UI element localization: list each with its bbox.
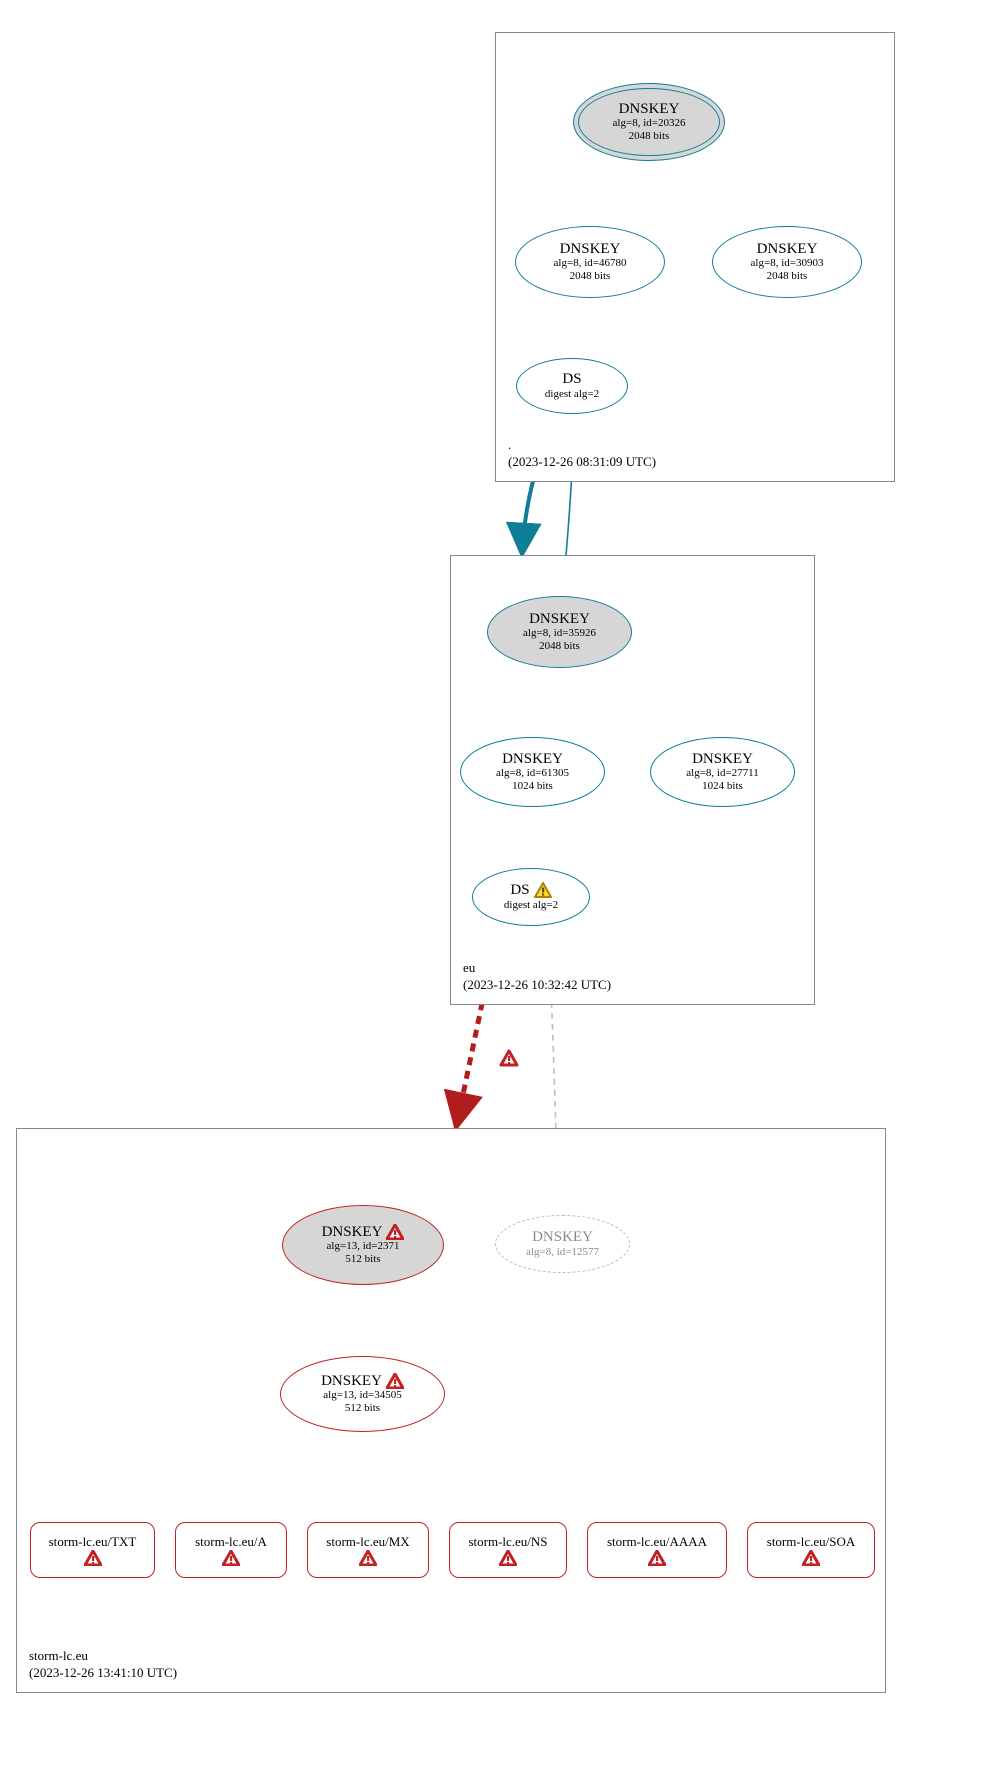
node-eu-ksk: DNSKEY alg=8, id=35926 2048 bits — [487, 596, 632, 668]
node-eu-zsk2: DNSKEY alg=8, id=27711 1024 bits — [650, 737, 795, 807]
node-root-ds: DS digest alg=2 — [516, 358, 628, 414]
rrset-soa: storm-lc.eu/SOA — [747, 1522, 875, 1578]
zone-root-name: . — [508, 436, 656, 454]
rrset-txt: storm-lc.eu/TXT — [30, 1522, 155, 1578]
rrset-mx: storm-lc.eu/MX — [307, 1522, 429, 1578]
node-eu-ds: DS digest alg=2 — [472, 868, 590, 926]
zone-root-ts: (2023-12-26 08:31:09 UTC) — [508, 453, 656, 471]
sub2: 2048 bits — [629, 130, 670, 143]
error-icon — [386, 1224, 404, 1240]
node-storm-zsk: DNSKEY alg=13, id=34505 512 bits — [280, 1356, 445, 1432]
error-icon — [84, 1550, 102, 1566]
node-root-zsk1: DNSKEY alg=8, id=46780 2048 bits — [515, 226, 665, 298]
zone-eu-label: eu (2023-12-26 10:32:42 UTC) — [463, 959, 611, 994]
node-storm-ksk: DNSKEY alg=13, id=2371 512 bits — [282, 1205, 444, 1285]
error-icon — [499, 1550, 517, 1566]
zone-storm-label: storm-lc.eu (2023-12-26 13:41:10 UTC) — [29, 1647, 177, 1682]
error-icon — [386, 1373, 404, 1389]
warning-icon — [534, 882, 552, 898]
sub1: alg=8, id=20326 — [613, 117, 686, 130]
zone-storm: storm-lc.eu (2023-12-26 13:41:10 UTC) — [16, 1128, 886, 1693]
node-root-ksk: DNSKEY alg=8, id=20326 2048 bits — [573, 83, 725, 161]
error-icon — [222, 1550, 240, 1566]
error-icon — [359, 1550, 377, 1566]
title: DNSKEY — [619, 101, 680, 118]
error-icon — [648, 1550, 666, 1566]
node-storm-ghost: DNSKEY alg=8, id=12577 — [495, 1215, 630, 1273]
node-eu-zsk1: DNSKEY alg=8, id=61305 1024 bits — [460, 737, 605, 807]
rrset-aaaa: storm-lc.eu/AAAA — [587, 1522, 727, 1578]
error-icon — [802, 1550, 820, 1566]
rrset-ns: storm-lc.eu/NS — [449, 1522, 567, 1578]
node-root-zsk2: DNSKEY alg=8, id=30903 2048 bits — [712, 226, 862, 298]
zone-root-label: . (2023-12-26 08:31:09 UTC) — [508, 436, 656, 471]
rrset-a: storm-lc.eu/A — [175, 1522, 287, 1578]
dnssec-diagram: { "zones": { "root": { "name": ".", "tim… — [0, 0, 999, 1770]
